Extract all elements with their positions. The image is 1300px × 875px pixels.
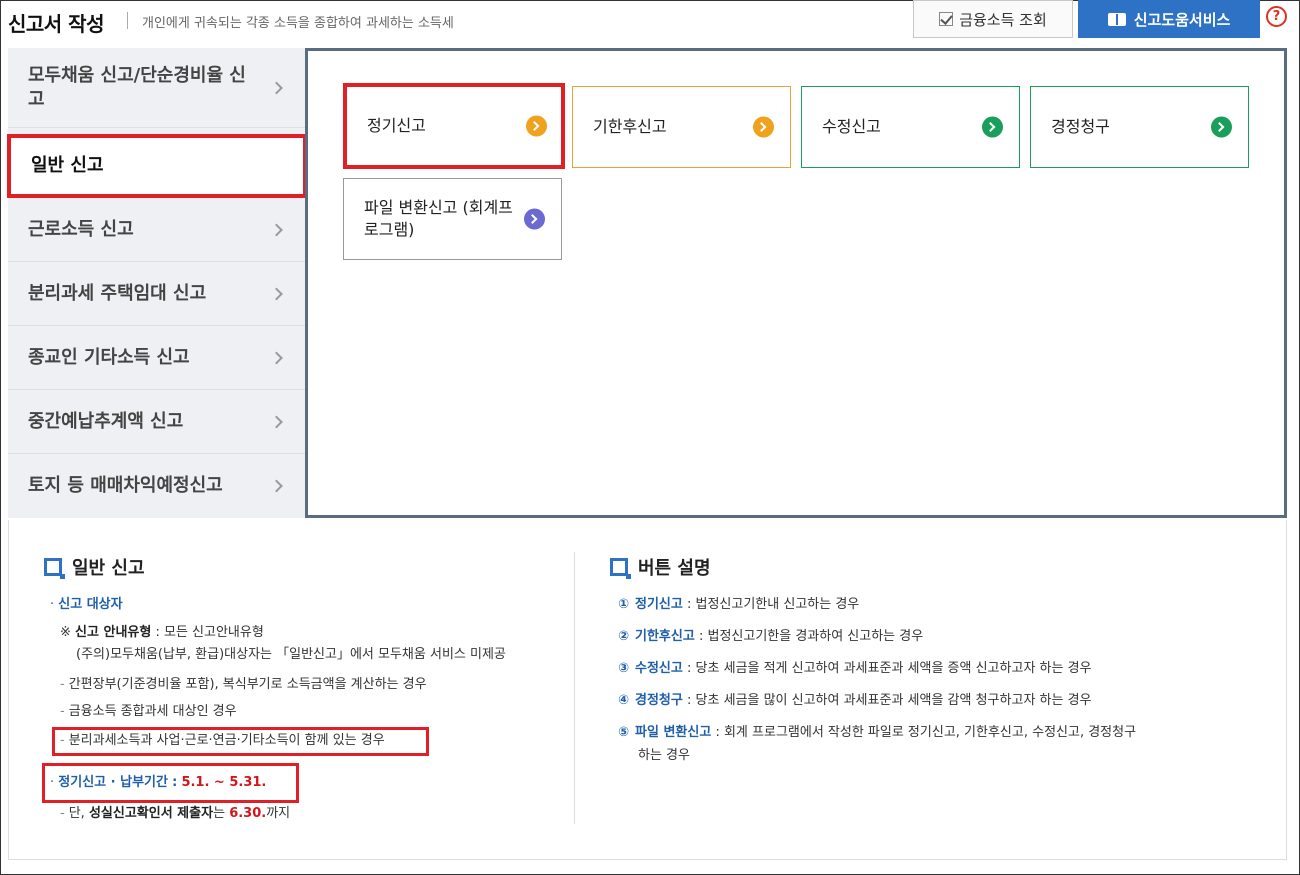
regular-report-button[interactable]: 정기신고: [343, 83, 565, 169]
item-name: 수정신고: [635, 661, 683, 676]
sidebar-item-earned-income[interactable]: 근로소득 신고: [8, 198, 305, 262]
period-label: 정기신고 · 납부기간: [58, 775, 168, 790]
sidebar-item-interim-prepayment[interactable]: 중간예납추계액 신고: [8, 390, 305, 454]
arrow-right-icon: [524, 208, 545, 230]
sidebar-item-land-sale[interactable]: 토지 등 매매차익예정신고: [8, 454, 305, 518]
sidebar-item-label: 모두채움 신고/단순경비율 신고: [28, 64, 246, 110]
arrow-right-icon: [982, 116, 1003, 138]
target-heading: · 신고 대상자: [50, 597, 123, 612]
arrow-right-icon: [753, 116, 774, 138]
report-type-label: 수정신고: [822, 117, 881, 136]
report-type-label: 경정청구: [1051, 117, 1110, 136]
sidebar-item-label: 일반 신고: [31, 155, 104, 176]
notice-mark: ※: [60, 625, 71, 640]
notice-sub: (주의)모두채움(납부, 환급)대상자는 「일반신고」에서 모두채움 서비스 미…: [76, 647, 506, 662]
period-colon: :: [172, 775, 178, 790]
target-item: - 분리과세소득과 사업·근로·연금·기타소득이 함께 있는 경우: [60, 733, 385, 748]
sidebar-item-label: 분리과세 주택임대 신고: [28, 282, 207, 304]
sidebar-item-general-report[interactable]: 일반 신고: [7, 134, 307, 198]
report-type-label: 정기신고: [367, 116, 426, 135]
chevron-right-icon: [270, 287, 283, 300]
report-type-panel: 정기신고 기한후신고 수정신고 경정청구 파일 변환신고 (회계프로그램): [305, 48, 1287, 518]
notice-text: : 모든 신고안내유형: [155, 625, 264, 640]
section-square-icon: [610, 558, 631, 579]
button-desc-item: ③ 수정신고 : 당초 세금을 적게 신고하여 과세표준과 세액을 증액 신고하고…: [618, 658, 1092, 680]
item-name: 기한후신고: [635, 629, 695, 644]
page-title: 신고서 작성: [8, 12, 104, 36]
book-icon: [1107, 12, 1126, 26]
item-name: 정기신고: [635, 597, 683, 612]
arrow-right-icon: [526, 115, 547, 137]
exception-date: 6.30.: [229, 806, 267, 821]
target-item-text: 분리과세소득과 사업·근로·연금·기타소득이 함께 있는 경우: [68, 733, 385, 748]
help-question-icon[interactable]: ?: [1266, 6, 1287, 27]
header: 신고서 작성 개인에게 귀속되는 각종 소득을 종합하여 과세하는 소득세 금융…: [0, 0, 1300, 42]
button-section-title: 버튼 설명: [610, 554, 711, 580]
arrow-right-icon: [1211, 116, 1232, 138]
target-item-text: 간편장부(기준경비율 포함), 복식부기로 소득금액을 계산하는 경우: [68, 677, 427, 692]
item-name: 파일 변환신고: [635, 725, 712, 740]
item-number: ①: [618, 597, 630, 612]
button-desc-item: ④ 경정청구 : 당초 세금을 많이 신고하여 과세표준과 세액을 감액 청구하고…: [618, 690, 1092, 712]
sidebar: 모두채움 신고/단순경비율 신고 일반 신고 근로소득 신고 분리과세 주택임대…: [7, 48, 307, 518]
page-subtitle: 개인에게 귀속되는 각종 소득을 종합하여 과세하는 소득세: [142, 16, 454, 31]
item-desc: : 회계 프로그램에서 작성한 파일로 정기신고, 기한후신고, 수정신고, 경…: [715, 725, 1137, 740]
button-desc-item-continued: 하는 경우: [638, 748, 690, 763]
item-number: ⑤: [618, 725, 630, 740]
sidebar-item-simple-report[interactable]: 모두채움 신고/단순경비율 신고: [8, 48, 305, 128]
sidebar-item-religious-income[interactable]: 종교인 기타소득 신고: [8, 326, 305, 390]
sidebar-item-label: 종교인 기타소득 신고: [28, 346, 190, 368]
target-item: - 금융소득 종합과세 대상인 경우: [60, 704, 237, 719]
chevron-right-icon: [270, 351, 283, 364]
exception-prefix: 단,: [68, 806, 85, 821]
item-number: ④: [618, 693, 630, 708]
exception-mid: 는: [213, 806, 226, 821]
period-value: 5.1. ~ 5.31.: [181, 775, 267, 790]
button-desc-item: ② 기한후신고 : 법정신고기한을 경과하여 신고하는 경우: [618, 626, 923, 648]
correction-claim-button[interactable]: 경정청구: [1030, 86, 1249, 168]
exception-suffix: 까지: [266, 806, 291, 821]
exception-bold: 성실신고확인서 제출자: [88, 806, 214, 821]
sidebar-item-housing-rental[interactable]: 분리과세 주택임대 신고: [8, 262, 305, 326]
financial-income-label: 금융소득 조회: [959, 10, 1047, 29]
chevron-right-icon: [270, 479, 283, 493]
exception-line: - 단, 성실신고확인서 제출자는 6.30.까지: [60, 806, 291, 821]
chevron-right-icon: [270, 81, 283, 94]
item-desc: : 법정신고기한을 경과하여 신고하는 경우: [698, 629, 924, 644]
button-desc-item: ⑤ 파일 변환신고 : 회계 프로그램에서 작성한 파일로 정기신고, 기한후신고…: [618, 722, 1136, 744]
section-square-icon: [44, 558, 65, 579]
period-line: · 정기신고 · 납부기간 : 5.1. ~ 5.31.: [50, 775, 267, 790]
general-section-title-text: 일반 신고: [72, 558, 145, 579]
amended-report-button[interactable]: 수정신고: [801, 86, 1020, 168]
general-section-title: 일반 신고: [44, 554, 145, 580]
title-separator: [127, 12, 128, 29]
item-desc: : 법정신고기한내 신고하는 경우: [687, 597, 860, 612]
report-type-label: 파일 변환신고 (회계프로그램): [364, 198, 513, 239]
button-section-title-text: 버튼 설명: [638, 558, 711, 579]
sidebar-item-label: 토지 등 매매차익예정신고: [28, 475, 223, 496]
item-desc: : 당초 세금을 많이 신고하여 과세표준과 세액을 감액 청구하고자 하는 경…: [687, 693, 1092, 708]
sidebar-item-label: 근로소득 신고: [28, 218, 134, 240]
report-type-label: 기한후신고: [593, 117, 667, 136]
checkbox-icon: [939, 12, 954, 26]
target-item: - 간편장부(기준경비율 포함), 복식부기로 소득금액을 계산하는 경우: [60, 677, 427, 692]
item-number: ②: [618, 629, 630, 644]
financial-income-button[interactable]: 금융소득 조회: [913, 0, 1073, 38]
notice-label: 신고 안내유형: [75, 625, 152, 640]
button-desc-item: ① 정기신고 : 법정신고기한내 신고하는 경우: [618, 594, 859, 616]
target-item-text: 금융소득 종합과세 대상인 경우: [68, 704, 237, 719]
notice-line: ※ 신고 안내유형 : 모든 신고안내유형: [60, 624, 264, 642]
item-name: 경정청구: [635, 693, 683, 708]
help-service-label: 신고도움서비스: [1133, 10, 1231, 29]
help-service-button[interactable]: 신고도움서비스: [1078, 0, 1260, 38]
item-desc: : 당초 세금을 적게 신고하여 과세표준과 세액을 증액 신고하고자 하는 경…: [687, 661, 1092, 676]
target-heading-text: 신고 대상자: [58, 597, 123, 612]
sidebar-item-label: 중간예납추계액 신고: [28, 410, 184, 432]
section-divider: [574, 552, 575, 824]
item-number: ③: [618, 661, 630, 676]
chevron-right-icon: [270, 415, 283, 428]
late-report-button[interactable]: 기한후신고: [572, 86, 791, 168]
file-conversion-report-button[interactable]: 파일 변환신고 (회계프로그램): [343, 178, 562, 260]
chevron-right-icon: [270, 223, 283, 236]
